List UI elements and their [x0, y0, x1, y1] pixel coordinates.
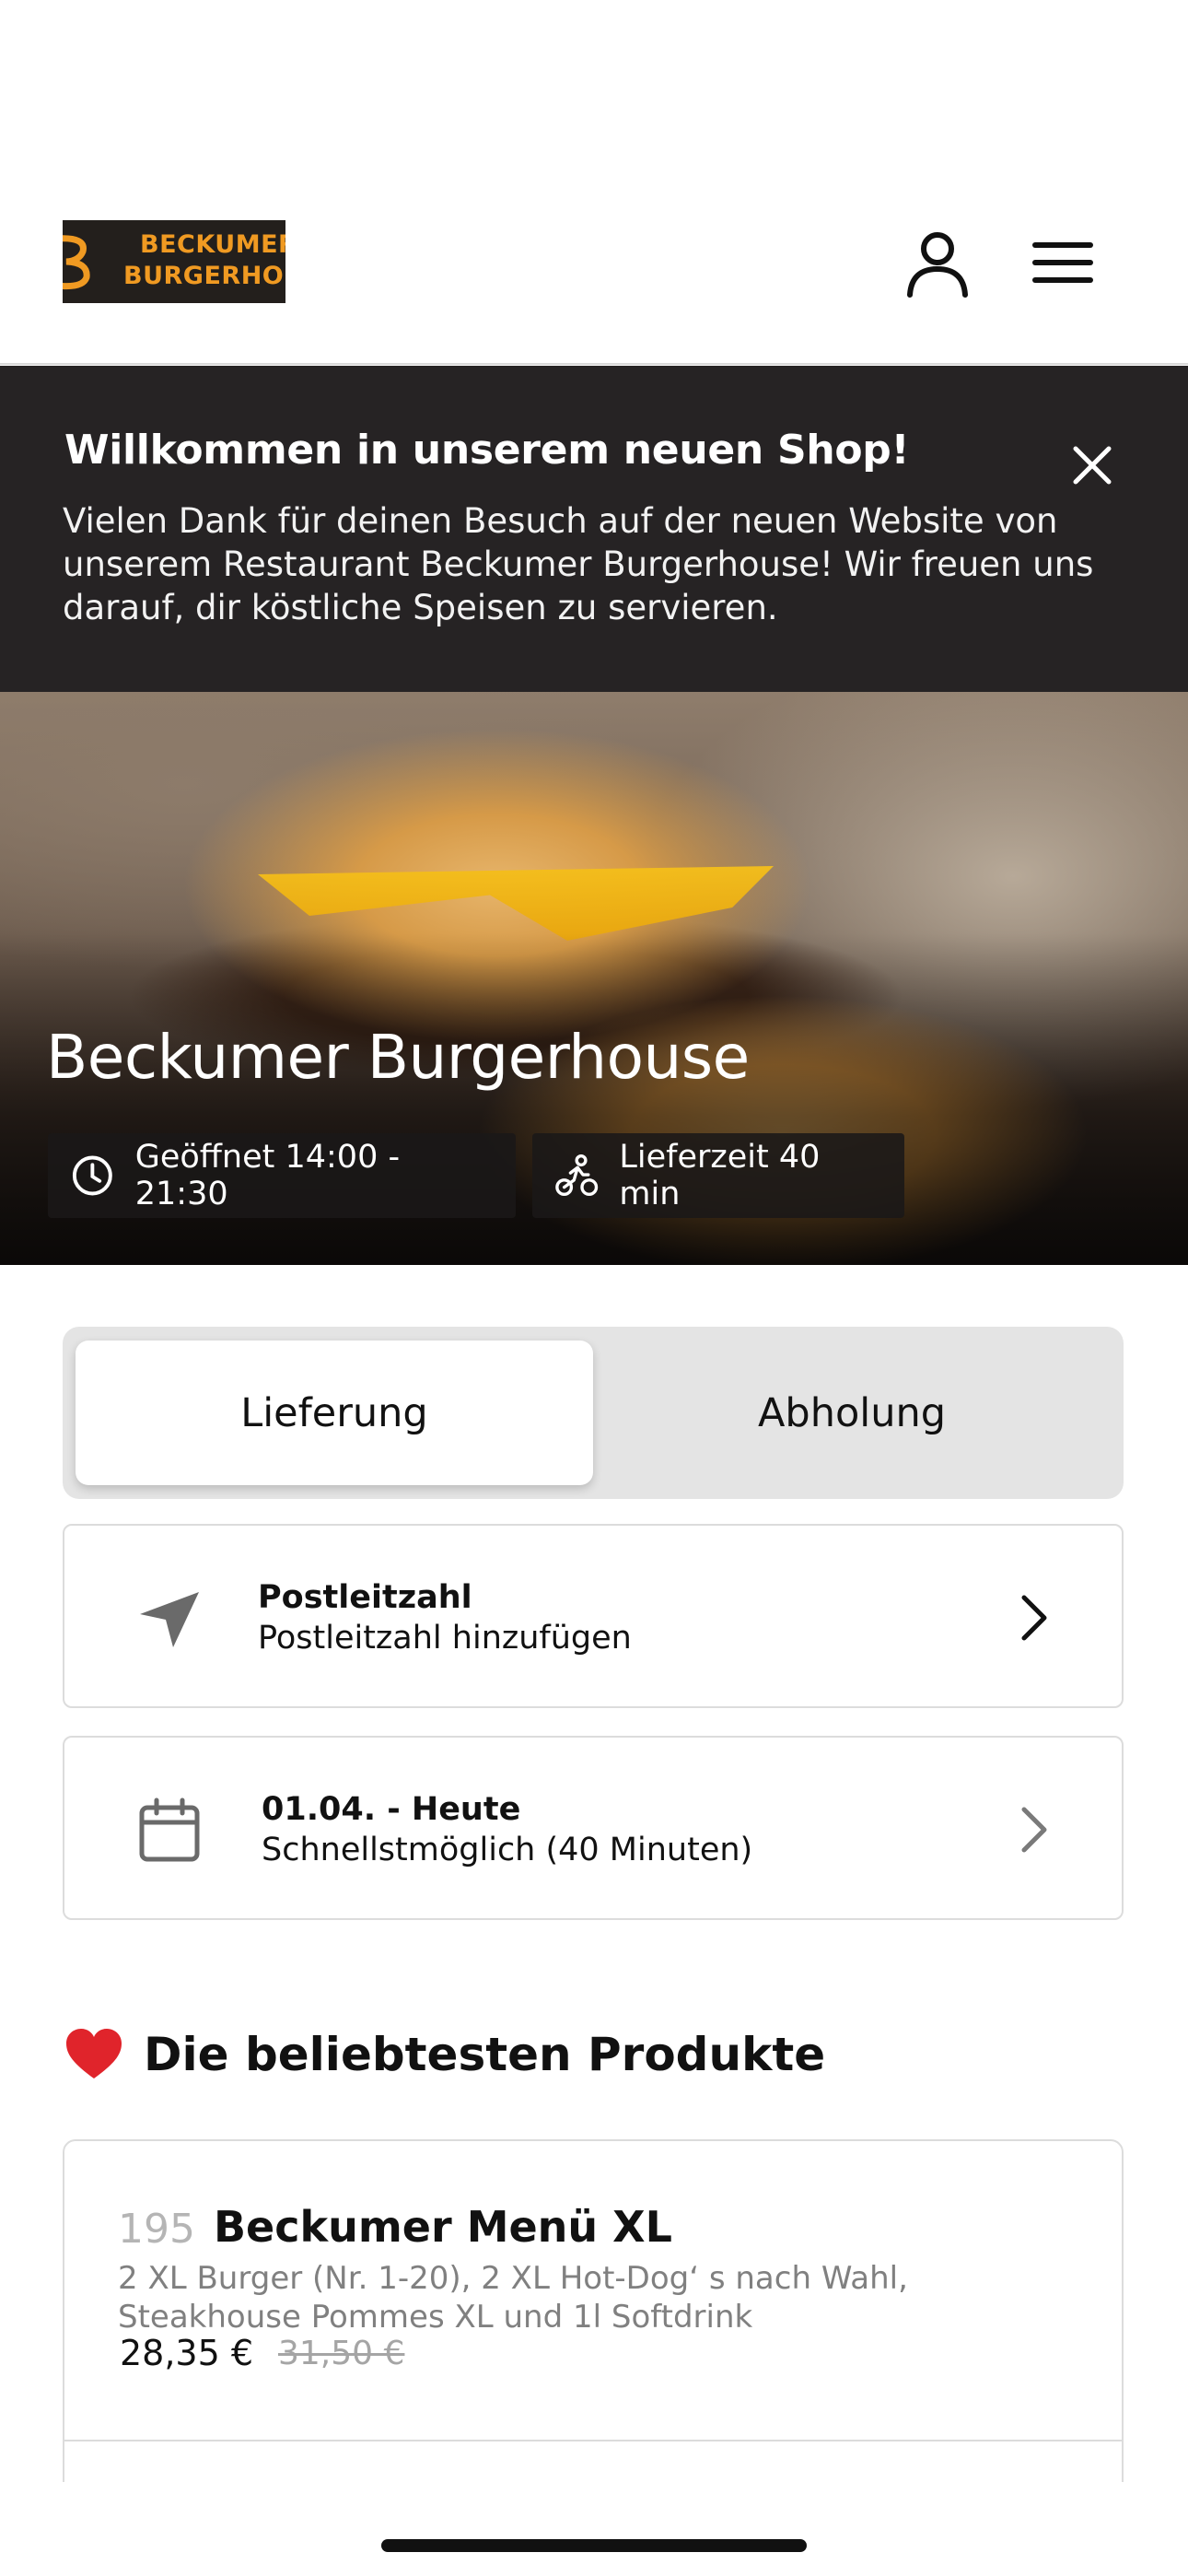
- tab-delivery[interactable]: Lieferung: [76, 1341, 593, 1485]
- product-number: 195: [118, 2206, 195, 2253]
- clock-icon: [72, 1155, 112, 1196]
- popular-products-heading: Die beliebtesten Produkte: [64, 2027, 825, 2082]
- popular-products-title: Die beliebtesten Produkte: [144, 2028, 826, 2081]
- order-mode-toggle: Lieferung Abholung: [63, 1327, 1124, 1499]
- product-old-price: 31,50 €: [278, 2335, 405, 2372]
- hero-image: Beckumer Burgerhouse Geöffnet 14:00 - 21…: [0, 692, 1188, 1265]
- opening-hours-text: Geöffnet 14:00 - 21:30: [134, 1139, 401, 1212]
- tab-pickup[interactable]: Abholung: [593, 1341, 1111, 1485]
- delivery-time-selector[interactable]: 01.04. - Heute Schnellstmöglich (40 Minu…: [63, 1736, 1124, 1920]
- menu-button[interactable]: [1028, 232, 1098, 293]
- welcome-banner: Willkommen in unserem neuen Shop! Vielen…: [0, 366, 1188, 692]
- product-description: 2 XL Burger (Nr. 1-20), 2 XL Hot-Dog‘ s …: [118, 2260, 908, 2336]
- postal-code-value: Postleitzahl hinzufügen: [258, 1620, 632, 1657]
- user-icon: [907, 232, 968, 298]
- account-button[interactable]: [901, 227, 974, 300]
- restaurant-name: Beckumer Burgerhouse: [46, 1022, 750, 1093]
- site-header: BECKUMER BURGERHOUSE: [0, 0, 1188, 365]
- product-price: 28,35 €: [120, 2333, 254, 2373]
- delivery-date-label: 01.04. - Heute: [262, 1791, 521, 1828]
- delivery-time-badge: Lieferzeit 40 min: [532, 1133, 904, 1218]
- burger-cheese-decoration: [258, 866, 774, 941]
- delivery-time-value: Schnellstmöglich (40 Minuten): [262, 1832, 753, 1868]
- location-arrow-icon: [140, 1592, 199, 1647]
- postal-code-selector[interactable]: Postleitzahl Postleitzahl hinzufügen: [63, 1524, 1124, 1708]
- chevron-right-icon: [1021, 1595, 1047, 1641]
- brand-logo[interactable]: BECKUMER BURGERHOUSE: [63, 220, 285, 303]
- close-icon: [1073, 446, 1112, 485]
- bicycle-courier-icon: [555, 1154, 599, 1197]
- postal-code-label: Postleitzahl: [258, 1579, 472, 1616]
- product-name: Beckumer Menü XL: [214, 2202, 672, 2252]
- hamburger-menu-icon: [1032, 242, 1093, 283]
- banner-title: Willkommen in unserem neuen Shop!: [64, 427, 910, 474]
- chevron-right-icon: [1021, 1807, 1047, 1853]
- bottom-safe-area: [0, 2482, 1188, 2576]
- heart-icon: [66, 2029, 122, 2078]
- logo-line-1: BECKUMER: [140, 230, 285, 259]
- calendar-icon: [139, 1797, 200, 1862]
- product-divider: [64, 2440, 1122, 2441]
- logo-line-2: BURGERHOUSE: [123, 262, 285, 290]
- banner-text: Vielen Dank für deinen Besuch auf der ne…: [63, 501, 1094, 627]
- opening-hours-badge: Geöffnet 14:00 - 21:30: [48, 1133, 516, 1218]
- banner-close-button[interactable]: [1066, 439, 1118, 491]
- home-indicator[interactable]: [381, 2539, 807, 2552]
- delivery-time-text: Lieferzeit 40 min: [619, 1139, 821, 1212]
